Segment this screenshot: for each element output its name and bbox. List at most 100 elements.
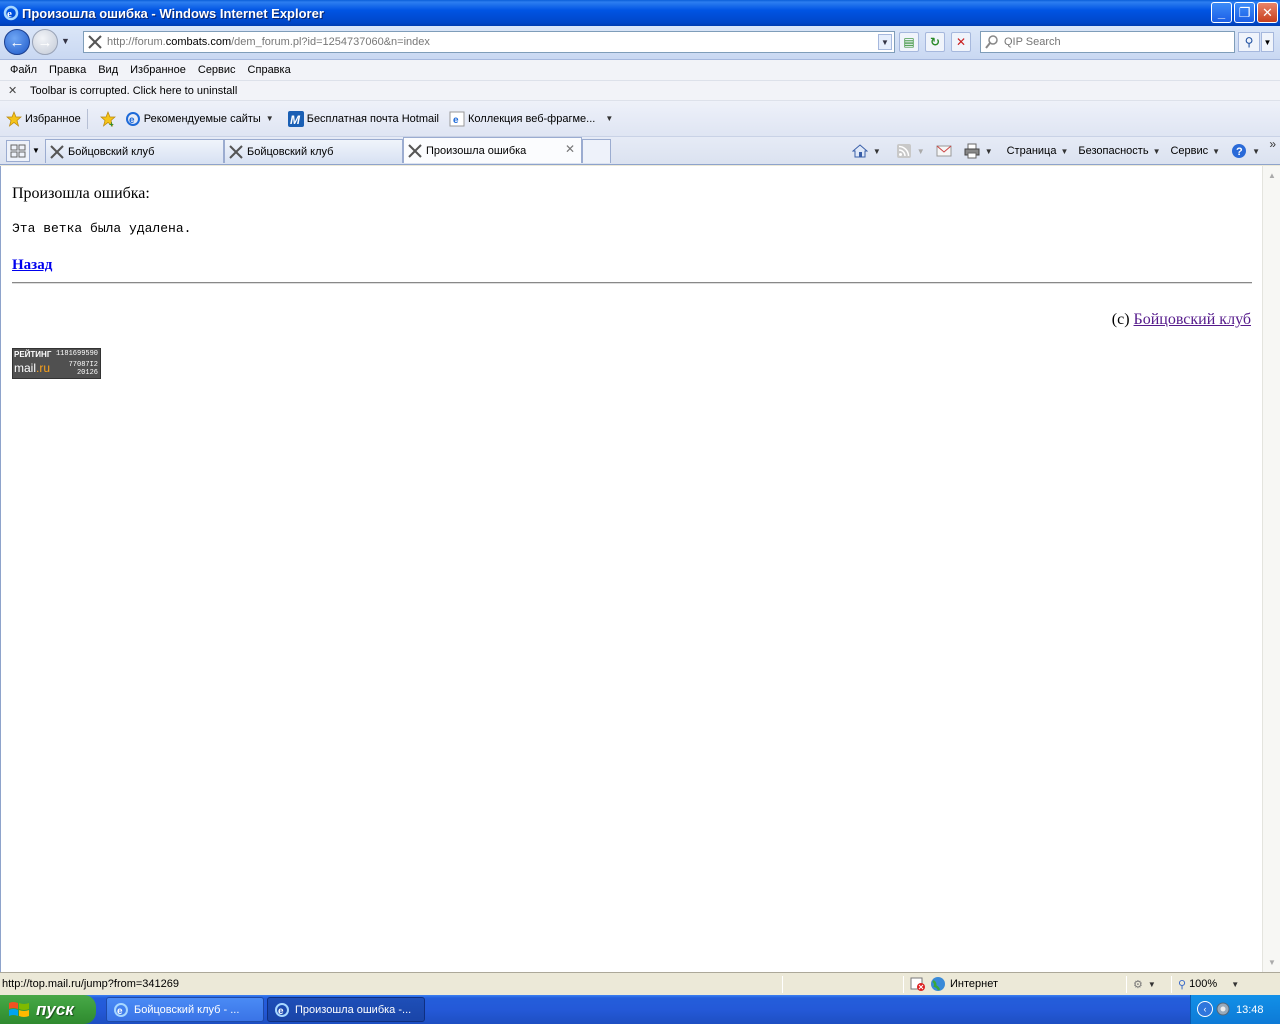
site-favicon-icon — [229, 144, 243, 159]
copyright-link[interactable]: Бойцовский клуб — [1134, 311, 1251, 328]
taskbar-item-fight-club[interactable]: e Бойцовский клуб - ... — [106, 997, 264, 1022]
favorites-label: Избранное — [25, 112, 81, 125]
search-icon — [985, 35, 998, 49]
start-label: пуск — [36, 999, 74, 1019]
print-button[interactable]: ▼ — [963, 142, 993, 160]
svg-text:e: e — [278, 1006, 284, 1017]
page-menu-button[interactable]: Страница ▼ — [1007, 145, 1069, 157]
tab-1[interactable]: Бойцовский клуб — [45, 139, 224, 163]
tab-2[interactable]: Бойцовский клуб — [224, 139, 403, 163]
copyright-prefix: (c) — [1111, 311, 1130, 328]
svg-text:e: e — [453, 115, 459, 126]
taskbar-item-error-page[interactable]: e Произошла ошибка -... — [267, 997, 425, 1022]
menu-favorites[interactable]: Избранное — [124, 64, 192, 76]
chevron-down-icon: ▼ — [1147, 979, 1156, 989]
tab-3-active[interactable]: Произошла ошибка ✕ — [403, 137, 582, 163]
home-button[interactable]: ▼ — [851, 142, 881, 160]
menu-file[interactable]: Файл — [4, 64, 43, 76]
compatibility-view-button[interactable]: ▤ — [899, 32, 919, 52]
safety-menu-button[interactable]: Безопасность ▼ — [1078, 145, 1160, 157]
ie-icon: e — [275, 1002, 289, 1017]
security-zone[interactable]: Интернет — [910, 976, 1126, 992]
forward-button[interactable]: → — [32, 29, 58, 55]
site-favicon-icon — [408, 143, 422, 158]
restore-button[interactable]: ❐ — [1234, 2, 1255, 23]
new-tab-button[interactable] — [582, 139, 611, 163]
menu-view[interactable]: Вид — [92, 64, 124, 76]
forward-arrow-icon: → — [37, 33, 53, 51]
start-button[interactable]: пуск — [0, 995, 96, 1024]
tray-expand-icon[interactable]: ‹ — [1197, 1001, 1213, 1017]
feeds-button[interactable]: ▼ — [895, 142, 925, 160]
search-go-button[interactable]: ⚲ — [1238, 32, 1260, 52]
zoom-control[interactable]: ⚲ 100% ▼ — [1178, 978, 1239, 991]
help-button[interactable]: ? ▼ — [1230, 142, 1260, 160]
menu-edit[interactable]: Правка — [43, 64, 92, 76]
add-favorite-button[interactable]: + — [99, 110, 119, 127]
scroll-up-arrow-icon[interactable]: ▲ — [1264, 167, 1280, 184]
command-bar: ▼ ▼ ▼ Страница ▼ Безопасность ▼ Сервис ▼… — [841, 139, 1260, 163]
back-arrow-icon: ← — [9, 33, 25, 51]
refresh-button[interactable]: ↻ — [925, 32, 945, 52]
stop-button[interactable]: ✕ — [951, 32, 971, 52]
counter-value-2: 77087I2 — [68, 361, 98, 369]
address-dropdown-button[interactable]: ▼ — [878, 34, 892, 50]
chevron-down-icon: ▼ — [265, 114, 274, 123]
tab-list-dropdown[interactable]: ▼ — [32, 146, 40, 155]
system-tray: ‹ 13:48 — [1190, 995, 1280, 1024]
window-title: Произошла ошибка - Windows Internet Expl… — [22, 5, 324, 21]
window-title-bar[interactable]: e Произошла ошибка - Windows Internet Ex… — [0, 0, 1280, 26]
fav-suggested-sites[interactable]: e Рекомендуемые сайты ▼ — [125, 111, 274, 127]
more-commands-icon[interactable]: » — [1269, 137, 1276, 151]
error-title: Произошла ошибка: — [12, 185, 150, 202]
status-divider — [1126, 975, 1127, 993]
chevron-down-icon: ▼ — [1152, 146, 1161, 156]
quick-tabs-button[interactable] — [6, 140, 30, 162]
tray-app-icon[interactable] — [1215, 1001, 1231, 1017]
menu-tools[interactable]: Сервис — [192, 64, 242, 76]
svg-text:e: e — [7, 8, 12, 20]
tab-label: Бойцовский клуб — [68, 145, 155, 158]
zoom-icon: ⚲ — [1178, 978, 1187, 991]
zoom-level: 100% — [1189, 978, 1218, 990]
security-zone-label: Интернет — [950, 978, 998, 990]
search-box[interactable] — [980, 31, 1235, 53]
favorites-bar: Избранное + e Рекомендуемые сайты ▼ M Бе… — [0, 101, 1280, 137]
chevron-down-icon[interactable]: ▼ — [985, 147, 993, 156]
close-window-button[interactable]: ✕ — [1257, 2, 1278, 23]
tools-menu-button[interactable]: Сервис ▼ — [1170, 145, 1220, 157]
mailru-logo: mail.ru — [14, 361, 51, 375]
clock[interactable]: 13:48 — [1236, 1004, 1264, 1016]
close-icon[interactable]: ✕ — [8, 84, 22, 97]
site-favicon-icon — [88, 35, 102, 49]
protected-mode-button[interactable]: ⚙ ▼ — [1133, 978, 1171, 991]
scroll-down-arrow-icon[interactable]: ▼ — [1264, 954, 1280, 971]
fav-hotmail[interactable]: M Бесплатная почта Hotmail — [287, 110, 439, 127]
read-mail-button[interactable] — [935, 142, 953, 160]
ie-icon: e — [114, 1002, 128, 1017]
navigation-bar: ← → ▼ http://forum.combats.com/dem_forum… — [0, 26, 1280, 60]
svg-text:?: ? — [1236, 146, 1243, 158]
search-options-dropdown[interactable]: ▼ — [1261, 32, 1274, 52]
fav-hotmail-label: Бесплатная почта Hotmail — [306, 112, 439, 125]
search-input[interactable] — [1004, 36, 1224, 48]
favorites-button[interactable]: Избранное — [6, 110, 81, 127]
vertical-scrollbar[interactable]: ▲ ▼ — [1262, 166, 1280, 972]
chevron-down-icon[interactable]: ▼ — [873, 147, 881, 156]
recent-pages-dropdown[interactable]: ▼ — [61, 36, 70, 46]
chevron-down-icon: ▼ — [916, 146, 925, 156]
back-link[interactable]: Назад — [12, 257, 52, 274]
toolbar-warning-text[interactable]: Toolbar is corrupted. Click here to unin… — [30, 85, 237, 97]
menu-help[interactable]: Справка — [242, 64, 297, 76]
copyright: (c) Бойцовский клуб — [1112, 311, 1251, 329]
mailru-rating-counter[interactable]: РЕЙТИНГ 1181699590 mail.ru 77087I2 20126 — [12, 348, 101, 379]
toolbar-warning-bar[interactable]: ✕ Toolbar is corrupted. Click here to un… — [0, 81, 1280, 101]
quick-tabs-icon — [10, 144, 26, 158]
fav-web-slice-gallery[interactable]: e Коллекция веб-фрагме... ▼ — [449, 111, 613, 127]
url-text[interactable]: http://forum.combats.com/dem_forum.pl?id… — [107, 36, 430, 48]
close-tab-icon[interactable]: ✕ — [565, 142, 575, 156]
back-button[interactable]: ← — [4, 29, 30, 55]
minimize-button[interactable]: _ — [1211, 2, 1232, 23]
tab-label: Произошла ошибка — [426, 144, 527, 157]
address-bar[interactable]: http://forum.combats.com/dem_forum.pl?id… — [83, 31, 895, 53]
